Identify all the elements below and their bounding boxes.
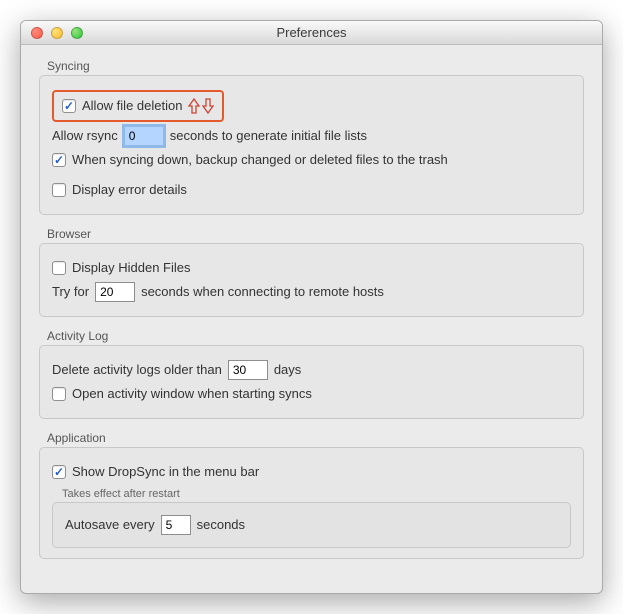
- autosave-prefix: Autosave every: [65, 515, 155, 535]
- try-for-input[interactable]: [95, 282, 135, 302]
- autosave-input[interactable]: [161, 515, 191, 535]
- syncing-box: Allow file deletion Allow rsync: [39, 75, 584, 215]
- application-group: Application Show DropSync in the menu ba…: [39, 431, 584, 559]
- display-error-label: Display error details: [72, 180, 187, 200]
- delete-days-input[interactable]: [228, 360, 268, 380]
- syncing-legend: Syncing: [39, 59, 584, 73]
- close-button[interactable]: [31, 27, 43, 39]
- try-for-prefix: Try for: [52, 282, 89, 302]
- title-bar: Preferences: [21, 21, 602, 45]
- activity-group: Activity Log Delete activity logs older …: [39, 329, 584, 419]
- browser-group: Browser Display Hidden Files Try for sec…: [39, 227, 584, 317]
- traffic-lights: [21, 27, 83, 39]
- show-menubar-label: Show DropSync in the menu bar: [72, 462, 259, 482]
- display-hidden-checkbox[interactable]: [52, 261, 66, 275]
- browser-box: Display Hidden Files Try for seconds whe…: [39, 243, 584, 317]
- content: Syncing Allow file deletion: [21, 45, 602, 593]
- autosave-box: Autosave every seconds: [52, 502, 571, 548]
- backup-trash-label: When syncing down, backup changed or del…: [72, 150, 448, 170]
- arrow-up-icon: [188, 98, 200, 114]
- application-legend: Application: [39, 431, 584, 445]
- arrow-down-icon: [202, 98, 214, 114]
- show-menubar-checkbox[interactable]: [52, 465, 66, 479]
- backup-trash-checkbox[interactable]: [52, 153, 66, 167]
- autosave-suffix: seconds: [197, 515, 245, 535]
- activity-box: Delete activity logs older than days Ope…: [39, 345, 584, 419]
- application-box: Show DropSync in the menu bar Takes effe…: [39, 447, 584, 559]
- delete-logs-prefix: Delete activity logs older than: [52, 360, 222, 380]
- minimize-button[interactable]: [51, 27, 63, 39]
- preferences-window: Preferences Syncing Allow file deletion: [20, 20, 603, 594]
- sync-direction-icons: [188, 98, 214, 114]
- display-error-checkbox[interactable]: [52, 183, 66, 197]
- zoom-button[interactable]: [71, 27, 83, 39]
- allow-file-deletion-label: Allow file deletion: [82, 96, 182, 116]
- delete-logs-suffix: days: [274, 360, 301, 380]
- syncing-group: Syncing Allow file deletion: [39, 59, 584, 215]
- allow-rsync-prefix: Allow rsync: [52, 126, 118, 146]
- activity-legend: Activity Log: [39, 329, 584, 343]
- rsync-seconds-input[interactable]: [124, 126, 164, 146]
- open-activity-label: Open activity window when starting syncs: [72, 384, 312, 404]
- display-hidden-label: Display Hidden Files: [72, 258, 191, 278]
- window-title: Preferences: [21, 25, 602, 40]
- try-for-suffix: seconds when connecting to remote hosts: [141, 282, 384, 302]
- browser-legend: Browser: [39, 227, 584, 241]
- allow-file-deletion-highlight: Allow file deletion: [52, 90, 224, 122]
- allow-file-deletion-checkbox[interactable]: [62, 99, 76, 113]
- allow-rsync-suffix: seconds to generate initial file lists: [170, 126, 367, 146]
- open-activity-checkbox[interactable]: [52, 387, 66, 401]
- restart-note: Takes effect after restart: [62, 488, 571, 500]
